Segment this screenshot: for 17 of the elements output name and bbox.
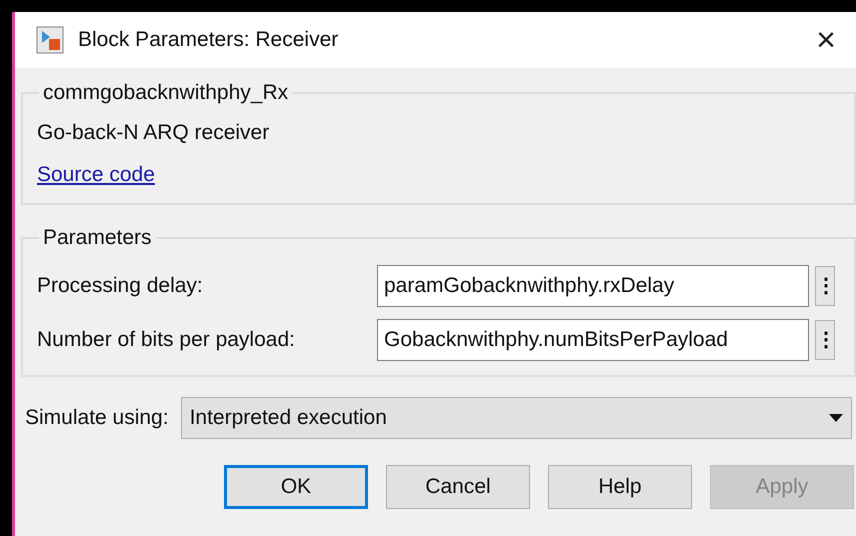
menu-button[interactable]: ⋮ [815,266,835,306]
input-field[interactable]: Gobacknwithphy.numBitsPerPayload [377,318,809,361]
dialog-button[interactable]: OK [224,464,368,509]
window-title: Block Parameters: Receiver [78,27,340,54]
field-label: Simulate using: [25,405,169,432]
app-icon [36,26,64,54]
simulate-dropdown[interactable]: Interpreted execution [180,396,852,439]
dialog-button[interactable]: Cancel [386,464,530,509]
menu-button[interactable]: ⋮ [815,320,835,360]
input-field[interactable]: paramGobacknwithphy.rxDelay [377,264,809,307]
description-text: Go-back-N ARQ receiver [37,120,270,146]
field-label: Processing delay: [37,273,204,300]
source-code-link[interactable]: Source code [37,163,155,186]
close-button[interactable]: × [808,23,844,57]
field-label: Number of bits per payload: [37,327,296,354]
dialog-button[interactable]: Help [548,464,692,509]
caret-icon [829,414,843,422]
